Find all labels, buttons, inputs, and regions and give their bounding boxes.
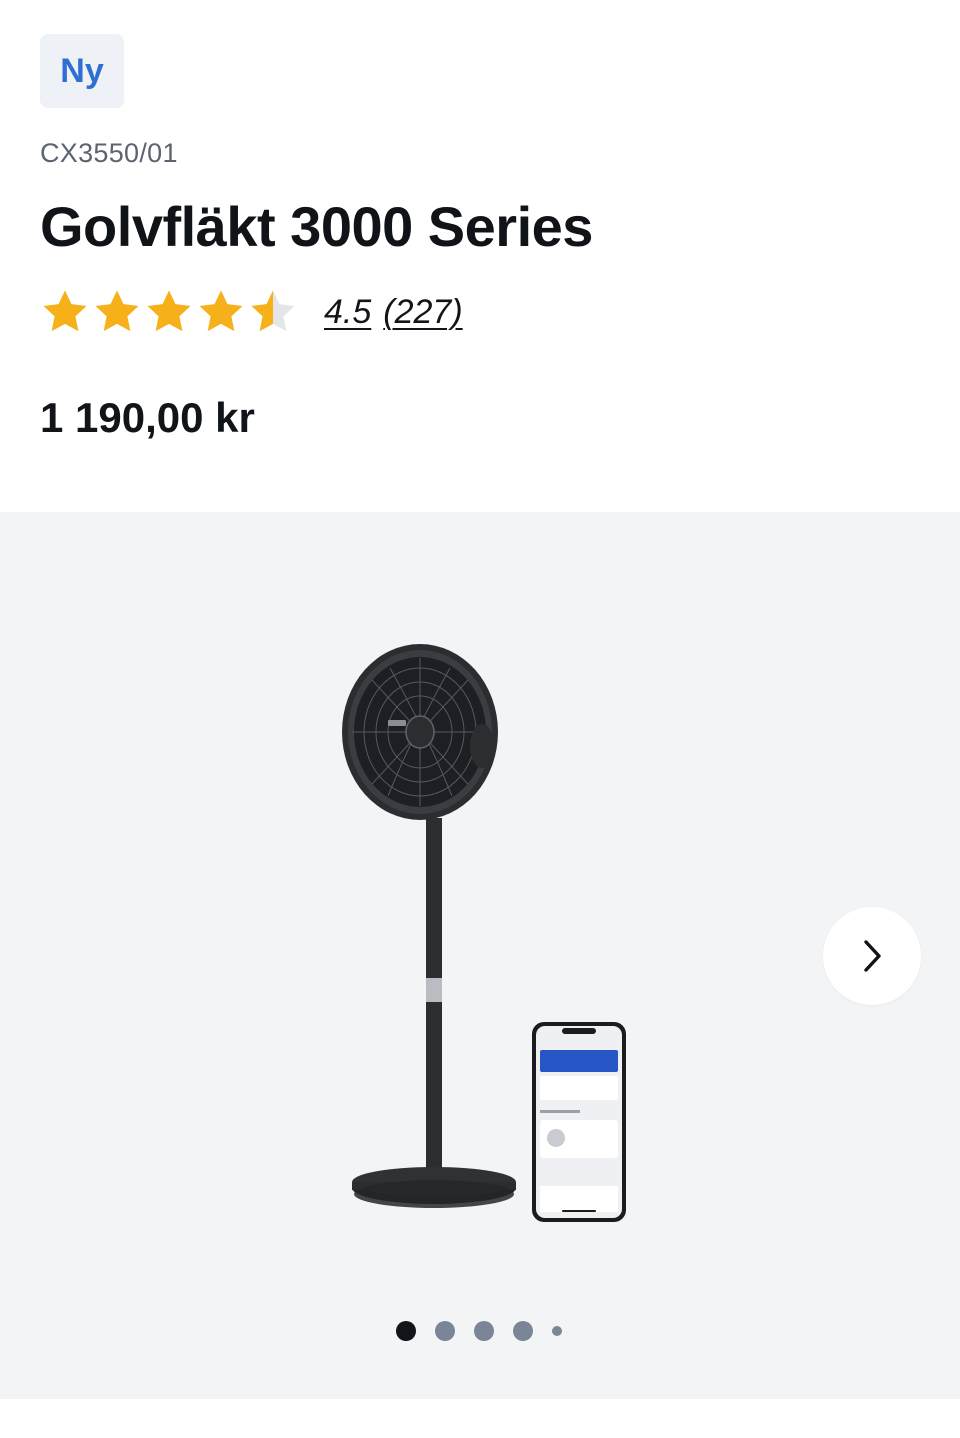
- star-icon: [95, 290, 139, 332]
- half-star-icon: [251, 290, 295, 332]
- carousel-dot[interactable]: [396, 1321, 416, 1341]
- rating-stars: [40, 287, 298, 337]
- star-icon: [147, 290, 191, 332]
- product-title: Golvfläkt 3000 Series: [40, 195, 593, 258]
- carousel-dot[interactable]: [552, 1326, 562, 1336]
- star-icon: [199, 290, 243, 332]
- product-image: [342, 644, 626, 1222]
- new-badge: Ny: [40, 34, 124, 108]
- carousel-dot[interactable]: [474, 1321, 494, 1341]
- product-sku: CX3550/01: [40, 138, 178, 168]
- product-image-gallery[interactable]: [0, 512, 960, 1399]
- review-count-link[interactable]: (227): [383, 293, 462, 332]
- star-icon: [43, 290, 87, 332]
- chevron-right-icon: [864, 940, 881, 972]
- new-badge-label: Ny: [60, 51, 104, 90]
- product-rating: 4.5 (227): [40, 284, 463, 340]
- carousel-dot[interactable]: [513, 1321, 533, 1341]
- product-price: 1 190,00 kr: [40, 394, 255, 441]
- carousel-dot[interactable]: [435, 1321, 455, 1341]
- rating-score-link[interactable]: 4.5: [324, 293, 371, 332]
- carousel-pagination: [396, 1320, 562, 1342]
- next-image-button[interactable]: [823, 907, 921, 1005]
